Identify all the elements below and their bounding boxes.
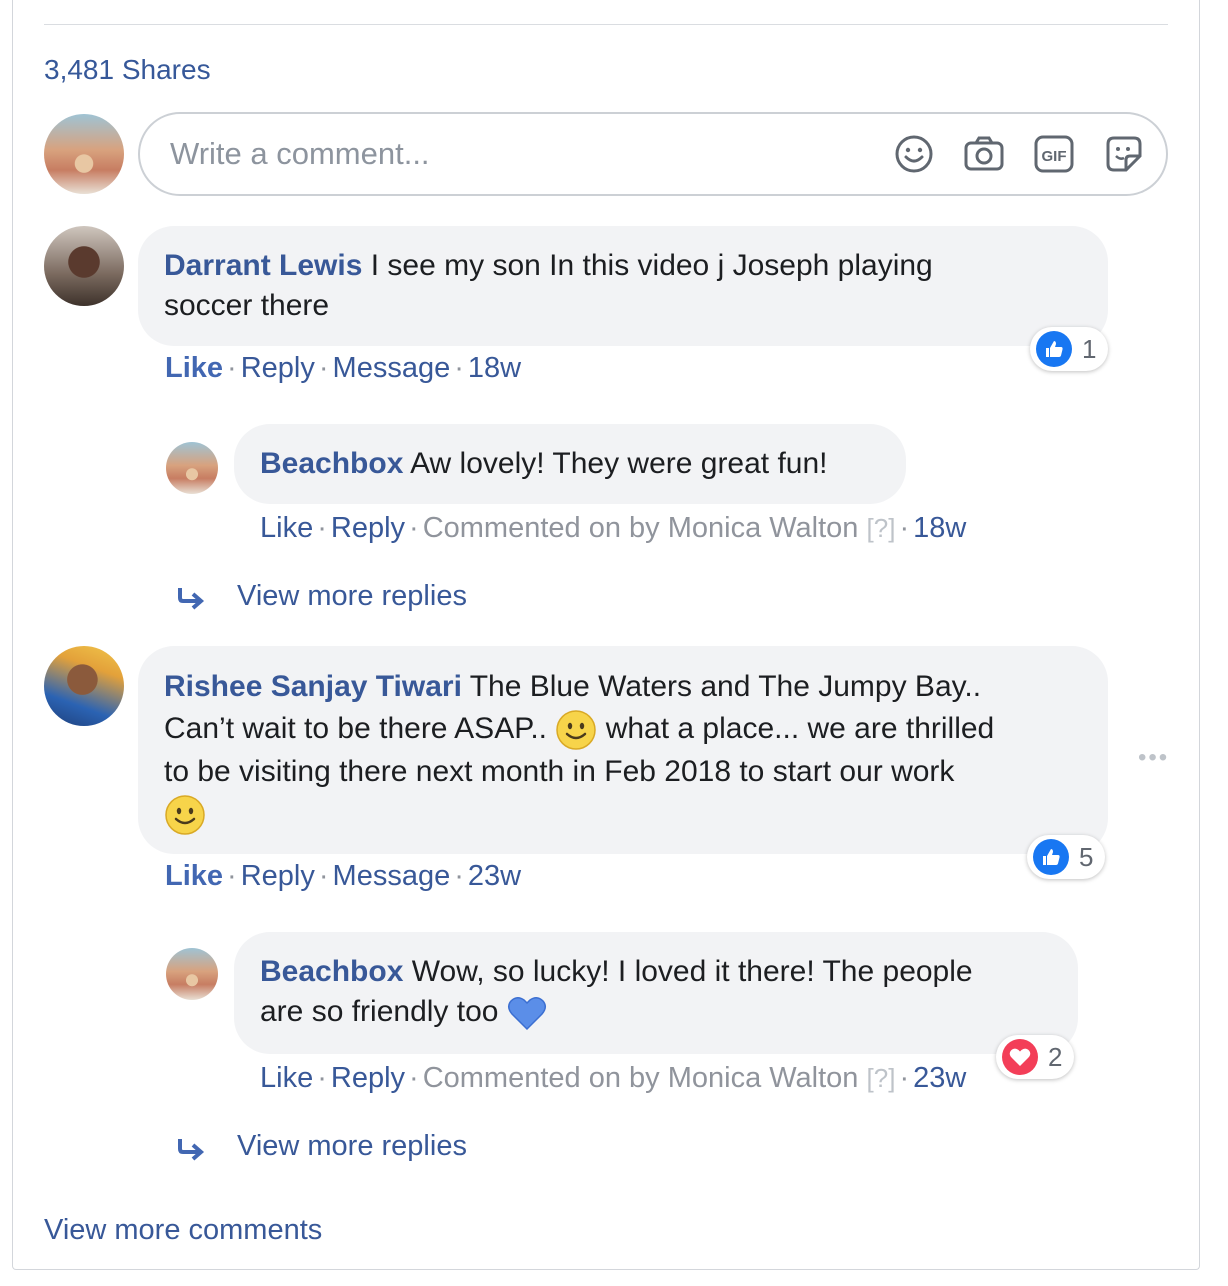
help-link[interactable]: [?] — [867, 1063, 896, 1093]
view-more-replies-link[interactable]: View more replies — [237, 580, 467, 613]
smiley-icon[interactable] — [892, 132, 936, 176]
comment-actions: Like · Reply · Message · 18w — [165, 352, 522, 384]
like-link[interactable]: Like — [165, 860, 223, 892]
comment-body: what a place... we are thrilled — [605, 712, 995, 745]
comment-actions: Like · Reply · Message · 23w — [165, 860, 522, 892]
shares-count[interactable]: 3,481 Shares — [44, 54, 211, 86]
sticker-icon[interactable] — [1102, 132, 1146, 176]
comment-bubble: Rishee Sanjay Tiwari The Blue Waters and… — [138, 646, 1108, 854]
blue-heart-emoji-icon — [507, 997, 546, 1031]
reply-author[interactable]: Beachbox — [260, 447, 403, 480]
like-link[interactable]: Like — [260, 1062, 313, 1094]
reply-bubble: Beachbox Aw lovely! They were great fun! — [234, 424, 906, 504]
reply-link[interactable]: Reply — [241, 352, 315, 384]
reply-actions: Like · Reply · Commented on by Monica Walton… — [260, 1062, 967, 1094]
view-more-replies-link[interactable]: View more replies — [237, 1130, 467, 1163]
reply-body: Wow, so lucky! I loved it there! The peo… — [411, 955, 973, 988]
avatar[interactable] — [44, 646, 124, 726]
commented-on-text: Commented on by Monica Walton — [422, 1062, 859, 1094]
reply-link[interactable]: Reply — [331, 512, 405, 544]
comment-text: Rishee Sanjay Tiwari The Blue Waters and… — [164, 666, 1082, 836]
avatar[interactable] — [166, 442, 218, 494]
like-reaction-icon — [1033, 839, 1069, 875]
comment-body: I see my son In this video j Joseph play… — [370, 249, 933, 282]
reply-body: Aw lovely! They were great fun! — [410, 447, 828, 480]
timestamp[interactable]: 23w — [468, 860, 521, 892]
comment-author[interactable]: Rishee Sanjay Tiwari — [164, 670, 462, 703]
reply-text: Beachbox Wow, so lucky! I loved it there… — [260, 952, 1052, 1032]
comment-author[interactable]: Darrant Lewis — [164, 249, 362, 282]
comment-input[interactable]: Write a comment... GIF — [138, 112, 1168, 196]
reply-body: are so friendly too — [260, 995, 499, 1028]
reply-arrow-icon — [178, 588, 205, 610]
comment-text: Darrant Lewis I see my son In this video… — [164, 246, 1082, 326]
camera-icon[interactable] — [962, 132, 1006, 176]
smiley-emoji-icon — [556, 710, 597, 750]
comment-bubble: Darrant Lewis I see my son In this video… — [138, 226, 1108, 346]
smiley-emoji-icon — [165, 795, 205, 835]
avatar[interactable] — [44, 226, 124, 306]
comment-body: to be visiting there next month in Feb 2… — [164, 755, 955, 789]
svg-text:GIF: GIF — [1042, 148, 1067, 165]
like-link[interactable]: Like — [260, 512, 313, 544]
message-link[interactable]: Message — [333, 860, 451, 892]
timestamp[interactable]: 18w — [468, 352, 521, 384]
view-more-comments-link[interactable]: View more comments — [44, 1214, 322, 1247]
reply-author[interactable]: Beachbox — [260, 955, 403, 988]
comment-placeholder: Write a comment... — [170, 136, 430, 171]
love-reaction-icon — [1002, 1039, 1038, 1075]
comment-body: soccer there — [164, 289, 330, 322]
message-link[interactable]: Message — [333, 352, 451, 384]
avatar[interactable] — [166, 948, 218, 1000]
commented-on-text: Commented on by Monica Walton — [422, 512, 859, 544]
like-reaction-icon — [1036, 331, 1072, 367]
reaction-badge[interactable]: 2 — [996, 1035, 1075, 1079]
avatar[interactable] — [44, 114, 124, 194]
timestamp[interactable]: 18w — [913, 512, 966, 544]
like-link[interactable]: Like — [165, 352, 223, 384]
gif-icon[interactable]: GIF — [1032, 132, 1076, 176]
divider — [44, 24, 1168, 25]
more-options-button[interactable]: ••• — [1138, 744, 1169, 772]
help-link[interactable]: [?] — [867, 513, 896, 543]
reply-link[interactable]: Reply — [331, 1062, 405, 1094]
reaction-count: 5 — [1079, 841, 1094, 872]
reply-bubble: Beachbox Wow, so lucky! I loved it there… — [234, 932, 1078, 1054]
reaction-count: 1 — [1082, 333, 1097, 364]
reply-arrow-icon — [178, 1139, 205, 1161]
comment-body: The Blue Waters and The Jumpy Bay.. — [469, 670, 982, 703]
reaction-badge[interactable]: 5 — [1027, 835, 1106, 879]
timestamp[interactable]: 23w — [913, 1062, 966, 1094]
comment-body: Can’t wait to be there ASAP.. — [164, 712, 548, 745]
reply-actions: Like · Reply · Commented on by Monica Walton… — [260, 512, 967, 544]
reaction-badge[interactable]: 1 — [1030, 327, 1109, 371]
reply-link[interactable]: Reply — [241, 860, 315, 892]
reaction-count: 2 — [1048, 1041, 1063, 1072]
reply-text: Beachbox Aw lovely! They were great fun! — [260, 444, 880, 484]
